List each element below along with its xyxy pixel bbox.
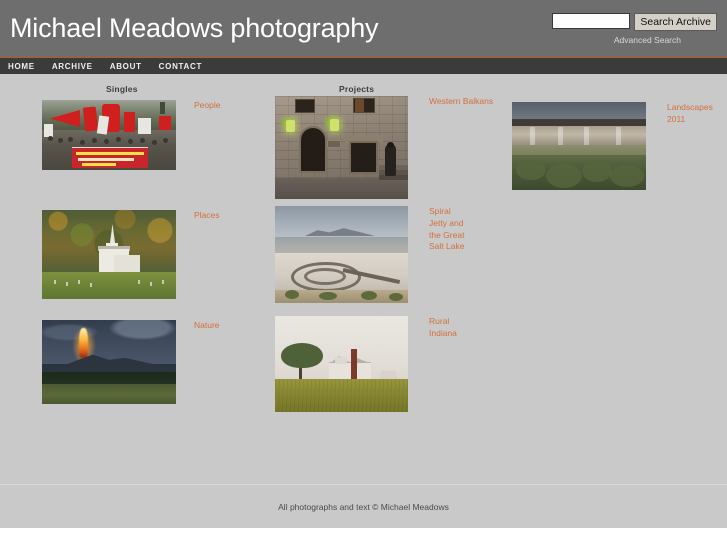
caption-places[interactable]: Places [194, 210, 220, 222]
nav-item-about[interactable]: ABOUT [110, 62, 142, 71]
thumbnail-landscapes-2011[interactable] [512, 102, 646, 190]
caption-spiral-jetty[interactable]: Spiral Jetty and the Great Salt Lake [429, 206, 465, 253]
site-header: Michael Meadows photography Search Archi… [0, 0, 727, 58]
thumbnail-spiral-jetty[interactable] [275, 206, 408, 303]
advanced-search-link[interactable]: Advanced Search [542, 35, 681, 45]
cell-spiral-jetty: Spiral Jetty and the Great Salt Lake [275, 206, 465, 303]
search-input[interactable] [552, 13, 631, 29]
thumbnail-rural-indiana[interactable] [275, 316, 408, 412]
page-title: Michael Meadows photography [10, 13, 379, 43]
main-navigation: HOME ARCHIVE ABOUT CONTACT [0, 58, 727, 74]
caption-western-balkans[interactable]: Western Balkans [429, 96, 493, 108]
grid-row: Places Spiral Jetty and the Great Salt L… [0, 206, 727, 320]
page-root: Michael Meadows photography Search Archi… [0, 0, 727, 545]
main-content: Singles Projects People Western Balkans … [0, 74, 727, 484]
nav-item-contact[interactable]: CONTACT [159, 62, 202, 71]
search-area: Search Archive Advanced Search [542, 13, 717, 45]
grid-row: People Western Balkans Landscapes 2011 [0, 96, 727, 210]
heading-singles: Singles [106, 84, 138, 94]
search-archive-button[interactable]: Search Archive [634, 13, 717, 31]
thumbnail-western-balkans[interactable] [275, 96, 408, 199]
caption-rural-indiana[interactable]: Rural Indiana [429, 316, 467, 340]
nav-item-home[interactable]: HOME [8, 62, 35, 71]
heading-projects: Projects [339, 84, 375, 94]
nav-item-archive[interactable]: ARCHIVE [52, 62, 93, 71]
thumbnail-grid: People Western Balkans Landscapes 2011 P… [0, 96, 727, 430]
cell-western-balkans: Western Balkans [275, 96, 493, 199]
footer-copyright: All photographs and text © Michael Meado… [278, 501, 449, 512]
caption-people[interactable]: People [194, 100, 220, 112]
thumbnail-places[interactable] [42, 210, 176, 299]
cell-nature: Nature [42, 320, 220, 404]
grid-row: Nature Rural Indiana [0, 316, 727, 430]
cell-people: People [42, 100, 220, 170]
caption-nature[interactable]: Nature [194, 320, 220, 332]
thumbnail-people[interactable] [42, 100, 176, 170]
cell-places: Places [42, 210, 220, 299]
thumbnail-nature[interactable] [42, 320, 176, 404]
cell-landscapes-2011: Landscapes 2011 [512, 102, 727, 190]
cell-rural-indiana: Rural Indiana [275, 316, 467, 412]
search-row: Search Archive [542, 13, 717, 31]
site-footer: All photographs and text © Michael Meado… [0, 484, 727, 528]
caption-landscapes-2011[interactable]: Landscapes 2011 [667, 102, 727, 126]
